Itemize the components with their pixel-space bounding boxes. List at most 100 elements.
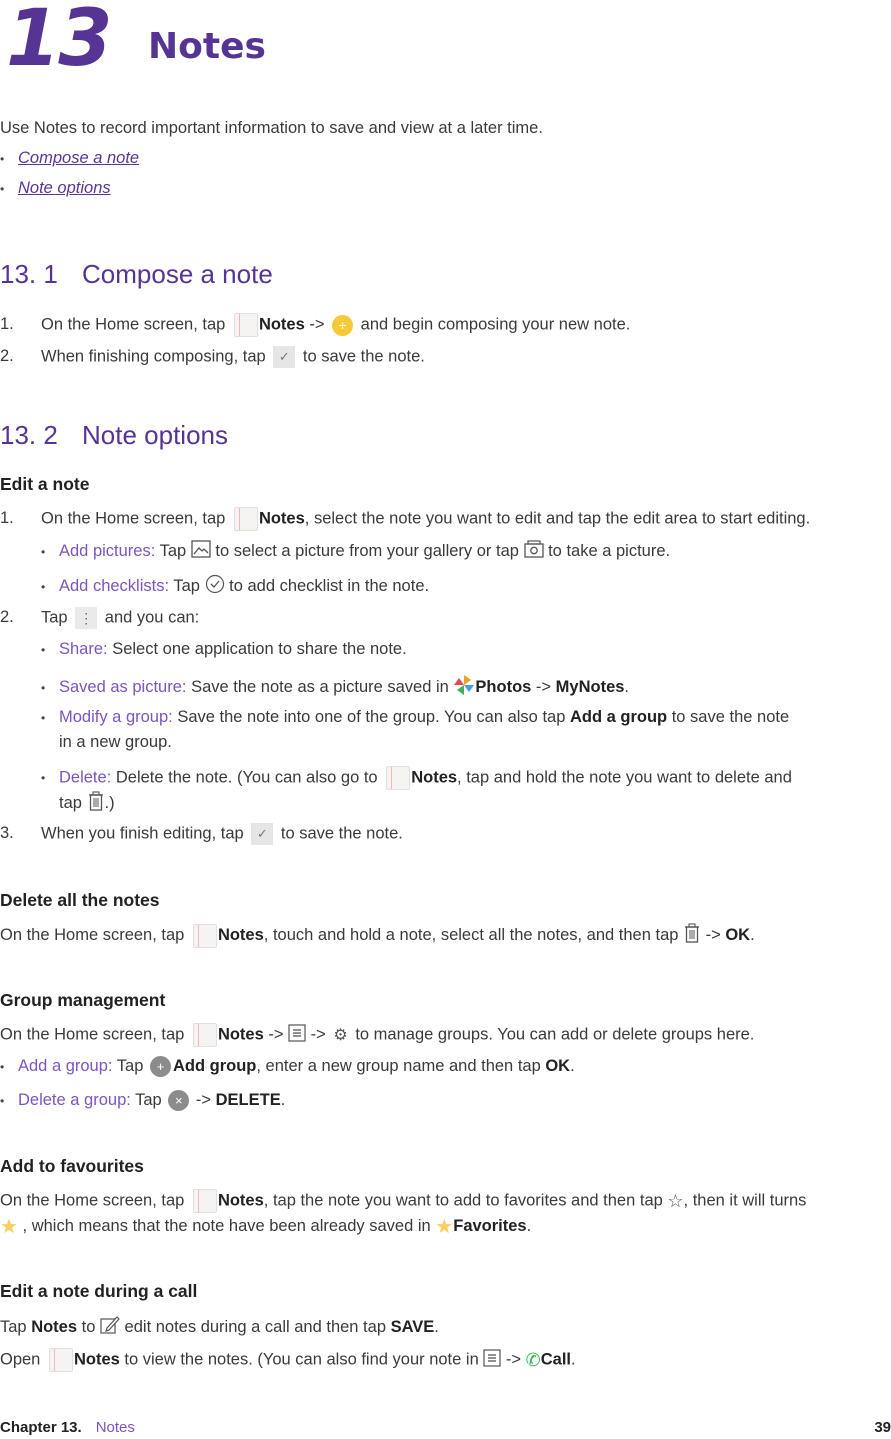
notes-app-icon — [48, 1348, 73, 1372]
arrow: -> — [701, 925, 726, 944]
option-label: Saved as picture: — [59, 677, 187, 696]
option-text: tap — [59, 793, 87, 812]
text: Tap — [112, 1056, 148, 1075]
text: to view the notes. (You can also find yo… — [119, 1350, 484, 1369]
subheading-favourites: Add to favourites — [0, 1156, 144, 1176]
step-text: to save the note. — [276, 824, 403, 843]
toc-item: • Compose a note — [0, 149, 140, 167]
option-label: Share: — [59, 640, 108, 658]
notes-app-icon — [386, 766, 411, 790]
picture-icon — [191, 540, 211, 563]
app-name: Notes — [217, 1191, 264, 1210]
paragraph: Tap Notes to edit notes during a call an… — [0, 1315, 439, 1340]
app-name: Call — [540, 1350, 572, 1369]
text: Open — [0, 1350, 45, 1369]
punct: . — [624, 677, 630, 696]
arrow: -> — [304, 315, 330, 334]
text: Tap — [130, 1090, 167, 1109]
step-text: When finishing composing, tap — [41, 347, 271, 366]
subheading-group: Group management — [0, 990, 166, 1010]
sub-bullet: • Share: Select one application to share … — [41, 640, 407, 658]
arrow: -> — [531, 677, 556, 696]
edit-icon — [100, 1315, 120, 1340]
button-term: OK — [545, 1056, 571, 1075]
star-filled-icon: ★ — [0, 1216, 18, 1238]
checkmark-icon: ✓ — [273, 346, 296, 368]
step: 2. When finishing composing, tap ✓ to sav… — [0, 346, 425, 368]
app-name: Notes — [258, 315, 305, 334]
paragraph: On the Home screen, tap Notes, touch and… — [0, 923, 755, 948]
punct: . — [750, 925, 755, 944]
app-name: Notes — [73, 1350, 120, 1369]
option-text-continued: in a new group. — [59, 733, 172, 751]
toc-link-options[interactable]: Note options — [18, 179, 111, 197]
section-title: Compose a note — [82, 259, 273, 289]
option-text: to select a picture from your gallery or… — [210, 541, 524, 560]
sub-bullet: • Add pictures: Tap to select a picture f… — [41, 540, 670, 563]
step-text: , select the note you want to edit and t… — [304, 509, 811, 528]
trash-icon — [683, 923, 701, 948]
step-text: and begin composing your new note. — [356, 315, 631, 334]
text: On the Home screen, tap — [0, 1191, 189, 1210]
text: , tap the note you want to add to favori… — [263, 1191, 668, 1210]
step-number: 1. — [0, 509, 14, 528]
folder-name: Favorites — [453, 1216, 527, 1235]
punct: . — [434, 1317, 439, 1336]
favorites-icon: ★ — [435, 1216, 454, 1238]
sub-bullet: • Delete a group: Tap × -> DELETE. — [0, 1090, 285, 1111]
subheading-call: Edit a note during a call — [0, 1281, 198, 1301]
footer-chapter-title: Notes — [95, 1419, 135, 1436]
sub-bullet: • Modify a group: Save the note into one … — [41, 708, 790, 726]
text: , enter a new group name and then tap — [256, 1056, 546, 1075]
toc-item: • Note options — [0, 179, 111, 197]
photos-app-icon — [453, 674, 475, 701]
text: edit notes during a call and then tap — [119, 1317, 391, 1336]
option-text: to save the note — [667, 708, 790, 726]
text: Tap — [0, 1317, 32, 1336]
notes-app-icon — [192, 1189, 217, 1213]
option-text: Tap — [169, 576, 205, 595]
checkmark-icon: ✓ — [251, 823, 274, 845]
step-number: 2. — [0, 608, 14, 627]
option-label: Delete a group: — [18, 1090, 131, 1109]
punct: . — [526, 1216, 532, 1235]
remove-icon: × — [168, 1090, 190, 1111]
page-number: 39 — [874, 1419, 891, 1436]
add-icon: + — [332, 314, 354, 336]
more-options-icon: ⋮ — [75, 607, 98, 629]
chapter-title: Notes — [148, 26, 266, 67]
section-number: 13. 1 — [0, 259, 58, 289]
camera-icon — [523, 540, 544, 563]
paragraph: Open Notes to view the notes. (You can a… — [0, 1348, 576, 1372]
punct: . — [570, 1056, 575, 1075]
trash-icon — [87, 791, 105, 816]
option-text: Delete the note. (You can also go to — [111, 768, 383, 787]
step: 2. Tap ⋮ and you can: — [0, 607, 199, 629]
button-term: OK — [725, 925, 751, 944]
option-text: .) — [104, 793, 115, 812]
text: On the Home screen, tap — [0, 1025, 189, 1044]
text: to manage groups. You can add or delete … — [350, 1025, 755, 1044]
sub-bullet: • Delete: Delete the note. (You can also … — [41, 766, 792, 790]
step: 1. On the Home screen, tap Notes, select … — [0, 507, 810, 531]
add-group-icon: + — [149, 1056, 171, 1077]
text: to — [77, 1317, 100, 1336]
notes-app-icon — [233, 313, 258, 337]
app-name: Photos — [475, 677, 532, 696]
arrow: -> — [191, 1090, 216, 1109]
paragraph: On the Home screen, tap Notes -> -> ⚙ to… — [0, 1023, 754, 1047]
option-label: Add a group: — [18, 1056, 113, 1075]
sub-bullet: • Add a group: Tap + Add group, enter a ne… — [0, 1056, 575, 1077]
step-number: 3. — [0, 824, 14, 843]
sub-bullet: • Saved as picture: Save the note as a pi… — [41, 674, 629, 701]
notes-app-icon — [192, 923, 217, 948]
step: 1. On the Home screen, tap Notes -> + and… — [0, 313, 630, 337]
toc-link-compose[interactable]: Compose a note — [18, 149, 139, 167]
menu-icon — [288, 1023, 306, 1047]
step-text: On the Home screen, tap — [41, 509, 230, 528]
menu-term: Add group — [172, 1056, 257, 1075]
option-text: to add checklist in the note. — [224, 576, 430, 595]
option-text-continued: tap .) — [59, 791, 115, 816]
gear-icon: ⚙ — [333, 1027, 348, 1044]
intro-text: Use Notes to record important informatio… — [0, 119, 543, 137]
